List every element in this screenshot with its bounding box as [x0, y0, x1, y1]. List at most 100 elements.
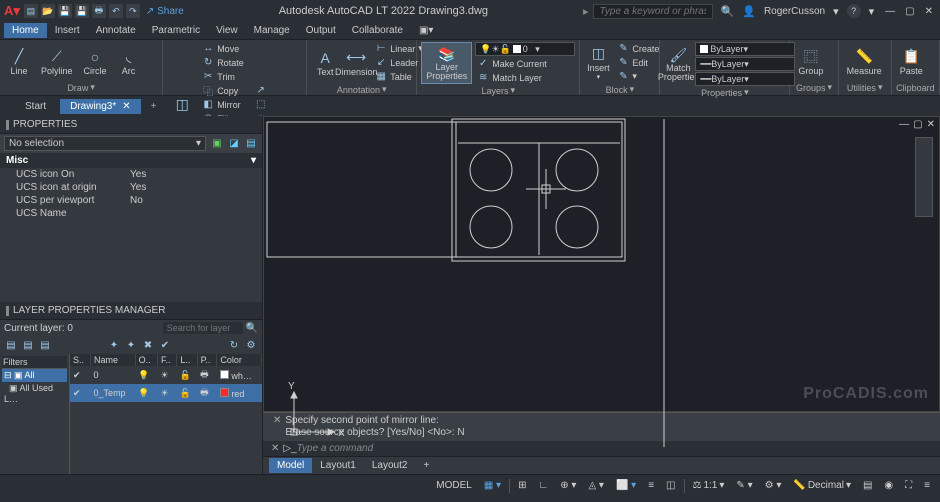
trim-button[interactable]: ✂Trim — [200, 70, 248, 83]
layout-tab-new[interactable]: + — [415, 458, 437, 473]
polyline-button[interactable]: ⟋Polyline — [37, 46, 77, 78]
mirror-button[interactable]: ◧Mirror — [200, 98, 248, 111]
qat-undo-icon[interactable]: ↶ — [109, 4, 123, 18]
qat-save-icon[interactable]: 💾 — [58, 4, 72, 18]
line-button[interactable]: ╱Line — [4, 46, 34, 78]
menu-tab-output[interactable]: Output — [298, 23, 344, 38]
share-button[interactable]: ↗ Share — [146, 6, 184, 17]
drawing-canvas[interactable]: — ▢ ✕ — [263, 116, 940, 412]
status-cleanscreen-icon[interactable]: ⛶ — [901, 479, 916, 492]
color-dropdown[interactable]: ByLayer ▾ — [695, 42, 795, 56]
prop-row[interactable]: UCS icon at originYes — [0, 181, 262, 194]
app-logo[interactable]: A▾ — [4, 3, 20, 19]
qat-saveas-icon[interactable]: 💾 — [75, 4, 89, 18]
status-customize-icon[interactable]: ≡ — [920, 479, 934, 492]
lpm-new-filter-icon[interactable]: ▤ — [4, 338, 18, 352]
panel-title-draw[interactable]: Draw ▾ — [4, 81, 158, 93]
panel-title-groups[interactable]: Groups ▾ — [794, 81, 833, 93]
help-icon[interactable]: ? — [847, 4, 861, 18]
status-snap-icon[interactable]: ⊞ — [514, 479, 530, 492]
status-gear-icon[interactable]: ⚙ ▾ — [761, 479, 786, 492]
group-button[interactable]: ⿴Group — [794, 46, 827, 78]
match-layer-button[interactable]: ≋Match Layer — [475, 71, 575, 84]
menu-dropdown-icon[interactable]: ▾ — [869, 5, 875, 18]
status-transparency-icon[interactable]: ◫ — [662, 479, 679, 492]
lpm-layer-row[interactable]: ✔0_Temp💡☀🔓🖶 red — [70, 384, 262, 402]
lpm-col-header[interactable]: P.. — [197, 354, 217, 366]
circle-button[interactable]: ○Circle — [80, 46, 111, 78]
lpm-col-header[interactable]: Name — [91, 354, 136, 366]
menu-tab-collaborate[interactable]: Collaborate — [344, 23, 411, 38]
block-create-button[interactable]: ✎Create — [615, 42, 661, 55]
file-tab-0[interactable]: Start — [15, 99, 56, 114]
menu-tab-parametric[interactable]: Parametric — [144, 23, 208, 38]
panel-title-utilities[interactable]: Utilities ▾ — [843, 81, 887, 93]
lpm-col-header[interactable]: F.. — [157, 354, 176, 366]
layout-tab-model[interactable]: Model — [269, 458, 312, 473]
status-scale-button[interactable]: ⚖ 1:1 ▾ — [689, 479, 729, 492]
menu-tab-annotate[interactable]: Annotate — [88, 23, 144, 38]
make-current-button[interactable]: ✓Make Current — [475, 57, 575, 70]
menu-tab-home[interactable]: Home — [4, 23, 47, 38]
rotate-button[interactable]: ↻Rotate — [200, 56, 248, 69]
menu-tab-manage[interactable]: Manage — [246, 23, 298, 38]
qat-new-icon[interactable]: ▤ — [24, 4, 38, 18]
lpm-settings-icon[interactable]: ⚙ — [244, 338, 258, 352]
panel-title-layers[interactable]: Layers ▾ — [421, 84, 575, 96]
lpm-new-layer-icon[interactable]: ✦ — [107, 338, 121, 352]
lpm-filter-item[interactable]: ⊟ ▣ All — [2, 369, 67, 382]
search-icon[interactable]: 🔍 — [721, 5, 735, 18]
qat-open-icon[interactable]: 📂 — [41, 4, 55, 18]
panel-title-annotation[interactable]: Annotation ▾ — [311, 83, 412, 95]
qat-plot-icon[interactable]: 🖶 — [92, 4, 106, 18]
linetype-dropdown[interactable]: ━━ ByLayer ▾ — [695, 57, 795, 71]
panel-title-properties[interactable]: Properties ▾ — [664, 86, 785, 98]
help-search-input[interactable] — [593, 4, 713, 19]
lpm-refresh-icon[interactable]: ↻ — [227, 338, 241, 352]
qat-redo-icon[interactable]: ↷ — [126, 4, 140, 18]
status-isolate-icon[interactable]: ◉ — [880, 479, 897, 492]
measure-button[interactable]: 📏Measure — [843, 46, 886, 78]
move-button[interactable]: ↔Move — [200, 42, 248, 55]
match-properties-button[interactable]: 🖌Match Properties — [664, 44, 692, 84]
lpm-new-frozen-icon[interactable]: ✦ — [124, 338, 138, 352]
paste-button[interactable]: 📋Paste — [896, 46, 927, 78]
block-edit-button[interactable]: ✎Edit — [615, 56, 661, 69]
lpm-title[interactable]: LAYER PROPERTIES MANAGER — [0, 302, 262, 320]
tab-close-icon[interactable]: ✕ — [122, 101, 130, 112]
search-icon[interactable]: 🔍 — [243, 323, 258, 334]
layer-properties-button[interactable]: 📚Layer Properties — [421, 42, 472, 84]
quick-select-icon[interactable]: ▣ — [210, 137, 224, 151]
select-objects-icon[interactable]: ◪ — [227, 137, 241, 151]
panel-title-block[interactable]: Block ▾ — [584, 83, 655, 95]
prop-row[interactable]: UCS per viewportNo — [0, 194, 262, 207]
status-ortho-icon[interactable]: ∟ — [534, 479, 552, 492]
lpm-current-icon[interactable]: ✔ — [158, 338, 172, 352]
lpm-search-input[interactable] — [163, 322, 243, 334]
file-tab-1[interactable]: Drawing3* ✕ — [60, 99, 141, 114]
lpm-filter-item[interactable]: ▣ All Used L… — [2, 382, 67, 405]
lpm-col-header[interactable]: L.. — [177, 354, 197, 366]
modify-ext2-icon[interactable]: ⬚ — [253, 98, 269, 111]
properties-palette-title[interactable]: PROPERTIES — [0, 116, 262, 134]
arc-button[interactable]: ◟Arc — [114, 46, 144, 78]
file-tab-new[interactable]: + — [145, 99, 163, 114]
menu-tab-insert[interactable]: Insert — [47, 23, 88, 38]
window-minimize-icon[interactable]: — — [882, 6, 898, 17]
status-polar-icon[interactable]: ⊕ ▾ — [556, 479, 580, 492]
prop-row[interactable]: UCS icon OnYes — [0, 168, 262, 181]
copy-button[interactable]: ⿻Copy — [200, 84, 248, 97]
toggle-pickadd-icon[interactable]: ▤ — [244, 137, 258, 151]
lpm-new-group-icon[interactable]: ▤ — [21, 338, 35, 352]
properties-category-misc[interactable]: Misc▾ — [0, 153, 262, 168]
user-dropdown-icon[interactable]: ▾ — [833, 5, 839, 18]
lpm-col-header[interactable]: O.. — [135, 354, 157, 366]
status-lineweight-icon[interactable]: ≡ — [644, 479, 658, 492]
menu-tab-view[interactable]: View — [208, 23, 246, 38]
layout-tab-layout2[interactable]: Layout2 — [364, 458, 416, 473]
lpm-delete-icon[interactable]: ✖ — [141, 338, 155, 352]
window-close-icon[interactable]: ✕ — [922, 6, 936, 17]
user-name[interactable]: RogerCusson — [764, 6, 825, 17]
status-grid-icon[interactable]: ▦ ▾ — [480, 479, 505, 492]
block-attr-button[interactable]: ✎▾ — [615, 70, 661, 83]
